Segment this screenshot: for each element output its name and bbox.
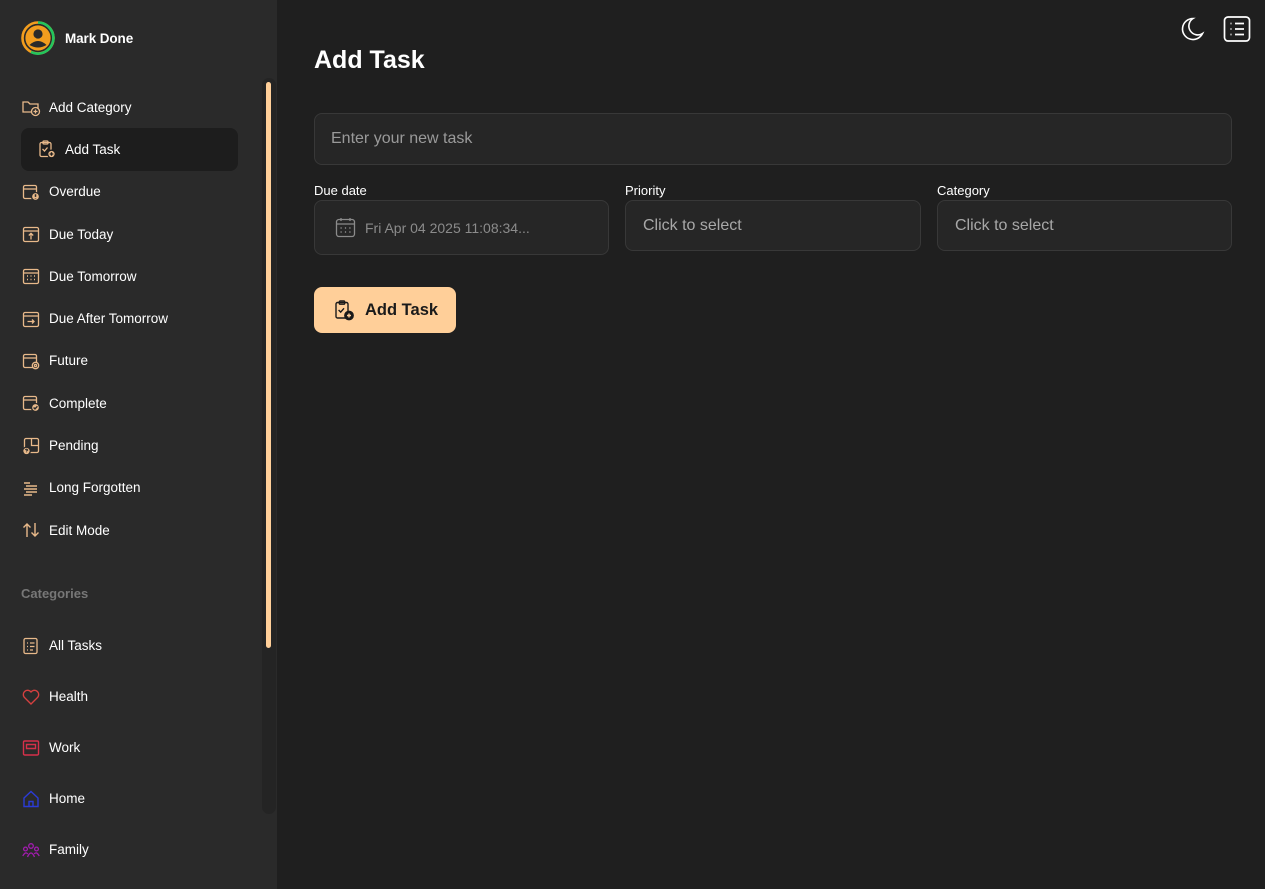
brand[interactable]: Mark Done: [21, 21, 133, 55]
add-task-button[interactable]: Add Task: [314, 287, 456, 333]
sidebar-item-label: Due Today: [49, 226, 114, 242]
sidebar-item-label: Due After Tomorrow: [49, 311, 169, 327]
calendar-gear-icon: [22, 353, 40, 370]
add-task-button-label: Add Task: [365, 300, 439, 319]
sidebar-item-long-forgotten[interactable]: Long Forgotten: [21, 467, 238, 509]
calendar-arrow-right-icon: [22, 311, 40, 327]
due-date-value: Fri Apr 04 2025 11:08:34...: [365, 219, 530, 236]
category-item-label: Home: [49, 791, 86, 806]
priority-select[interactable]: Click to select: [625, 200, 921, 251]
briefcase-icon: [22, 739, 40, 756]
category-list: All Tasks Health Work Home Family: [21, 620, 238, 875]
sidebar-item-add-task[interactable]: Add Task: [21, 128, 238, 171]
sidebar-item-label: Edit Mode: [49, 522, 110, 538]
category-item-work[interactable]: Work: [21, 722, 238, 773]
family-icon: [22, 842, 40, 857]
due-date-picker[interactable]: Fri Apr 04 2025 11:08:34...: [314, 200, 609, 255]
priority-label: Priority: [625, 183, 666, 198]
category-item-family[interactable]: Family: [21, 824, 238, 875]
calendar-icon: [335, 218, 356, 238]
calendar-upload-icon: [22, 226, 40, 243]
calendar-alert-icon: [22, 184, 41, 201]
sidebar-item-label: Complete: [49, 395, 107, 411]
task-name-input[interactable]: [314, 113, 1232, 165]
list-menu-icon[interactable]: [1223, 15, 1251, 43]
calendar-question-icon: [22, 437, 40, 455]
page-title: Add Task: [314, 46, 425, 74]
sidebar-item-label: Future: [49, 353, 89, 369]
category-item-label: Family: [49, 842, 89, 857]
due-date-label: Due date: [314, 183, 367, 198]
sidebar-item-label: Add Category: [49, 99, 132, 115]
sidebar-scrollbar[interactable]: [262, 78, 276, 814]
sidebar-item-pending[interactable]: Pending: [21, 424, 238, 466]
sidebar-item-label: Pending: [49, 438, 99, 454]
category-item-label: All Tasks: [49, 638, 103, 653]
heart-icon: [22, 689, 40, 705]
sidebar-item-future[interactable]: Future: [21, 340, 238, 382]
sidebar-item-due-today[interactable]: Due Today: [21, 213, 238, 255]
sidebar-item-due-tomorrow[interactable]: Due Tomorrow: [21, 255, 238, 297]
user-circle-logo-icon: [21, 21, 55, 55]
category-item-home[interactable]: Home: [21, 773, 238, 824]
sidebar-item-overdue[interactable]: Overdue: [21, 171, 238, 213]
home-icon: [23, 790, 39, 807]
sidebar-nav: Add Category Add Task Overdue Due Today …: [21, 86, 238, 551]
sidebar-item-edit-mode[interactable]: Edit Mode: [21, 509, 238, 551]
clipboard-plus-icon: [39, 140, 56, 159]
category-item-label: Health: [49, 689, 89, 704]
categories-heading: Categories: [21, 586, 89, 601]
category-item-all-tasks[interactable]: All Tasks: [21, 620, 238, 671]
category-item-health[interactable]: Health: [21, 671, 238, 722]
sidebar-scrollbar-thumb[interactable]: [266, 82, 271, 648]
sidebar-item-label: Due Tomorrow: [49, 268, 137, 284]
calendar-grid-icon: [22, 269, 40, 285]
header-actions: [1178, 15, 1251, 43]
sidebar: Mark Done Add Category Add Task Overdue …: [0, 0, 277, 889]
sidebar-item-label: Add Task: [65, 141, 121, 157]
calendar-check-icon: [22, 396, 41, 413]
sidebar-item-label: Long Forgotten: [49, 480, 141, 496]
brand-name: Mark Done: [65, 30, 134, 46]
clipboard-plus-icon: [335, 300, 354, 321]
task-list-icon: [23, 637, 38, 654]
sidebar-item-due-after-tomorrow[interactable]: Due After Tomorrow: [21, 297, 238, 339]
sidebar-item-label: Overdue: [49, 184, 101, 200]
sidebar-item-complete[interactable]: Complete: [21, 382, 238, 424]
list-lines-icon: [24, 482, 37, 496]
moon-icon[interactable]: [1178, 15, 1206, 43]
category-item-label: Work: [49, 740, 81, 755]
category-label: Category: [937, 183, 990, 198]
category-select[interactable]: Click to select: [937, 200, 1232, 251]
folder-plus-icon: [22, 101, 41, 117]
sort-arrows-icon: [23, 523, 39, 538]
sidebar-item-add-category[interactable]: Add Category: [21, 86, 238, 128]
